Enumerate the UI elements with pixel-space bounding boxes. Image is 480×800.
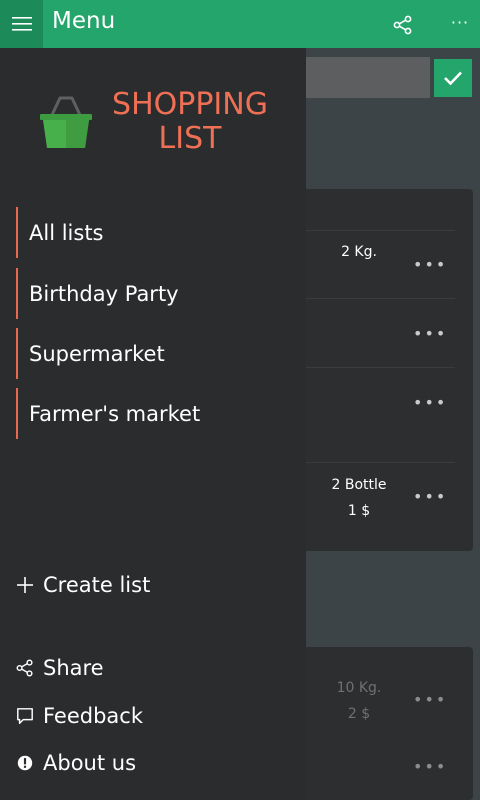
brand-title: SHOPPING LIST xyxy=(100,88,280,156)
confirm-button[interactable] xyxy=(434,59,472,97)
basket-icon xyxy=(40,96,92,148)
item-more-button[interactable]: ••• xyxy=(413,487,445,506)
chat-bubble-icon xyxy=(14,705,36,727)
add-item-input[interactable] xyxy=(300,57,430,98)
about-us-button[interactable]: About us xyxy=(14,746,136,780)
divider xyxy=(300,367,455,368)
item-more-button[interactable]: ••• xyxy=(413,690,445,709)
item-more-button[interactable]: ••• xyxy=(413,757,445,776)
hamburger-button[interactable] xyxy=(0,0,43,48)
brand-title-line2: LIST xyxy=(158,121,222,156)
share-icon xyxy=(393,15,412,35)
feedback-label: Feedback xyxy=(43,704,144,728)
item-more-button[interactable]: ••• xyxy=(413,393,445,412)
checkmark-icon xyxy=(444,71,462,86)
create-list-button[interactable]: Create list xyxy=(14,568,150,602)
nav-item-label: All lists xyxy=(29,220,104,245)
item-more-button[interactable]: ••• xyxy=(413,324,445,343)
divider xyxy=(300,230,455,231)
share-icon xyxy=(14,657,36,679)
divider xyxy=(300,462,455,463)
nav-item-label: Birthday Party xyxy=(29,281,179,306)
more-options-button[interactable]: ··· xyxy=(445,8,475,38)
item-price: 1 $ xyxy=(347,503,371,519)
info-icon xyxy=(14,752,36,774)
share-button[interactable] xyxy=(388,10,418,40)
share-label: Share xyxy=(43,656,104,680)
nav-item-birthday-party[interactable]: Birthday Party xyxy=(16,268,296,319)
divider xyxy=(300,298,455,299)
nav-item-all-lists[interactable]: All lists xyxy=(16,207,296,258)
create-list-label: Create list xyxy=(43,573,151,597)
brand-title-line1: SHOPPING xyxy=(112,87,268,122)
page-title: Menu xyxy=(52,8,116,34)
item-quantity: 2 Kg. xyxy=(341,244,377,260)
item-more-button[interactable]: ••• xyxy=(413,255,445,274)
nav-item-farmers-market[interactable]: Farmer's market xyxy=(16,388,296,439)
item-quantity: 2 Bottle xyxy=(331,477,387,493)
nav-item-label: Supermarket xyxy=(29,341,165,366)
feedback-button[interactable]: Feedback xyxy=(14,699,143,733)
list-card xyxy=(300,647,473,800)
item-quantity: 10 Kg. xyxy=(336,680,382,696)
hamburger-icon xyxy=(11,17,32,31)
app-bar: Menu ··· xyxy=(0,0,480,48)
about-us-label: About us xyxy=(43,751,137,775)
nav-item-supermarket[interactable]: Supermarket xyxy=(16,328,296,379)
share-app-button[interactable]: Share xyxy=(14,651,104,685)
nav-item-label: Farmer's market xyxy=(29,401,201,426)
plus-icon xyxy=(14,574,36,596)
item-price: 2 $ xyxy=(347,706,371,722)
